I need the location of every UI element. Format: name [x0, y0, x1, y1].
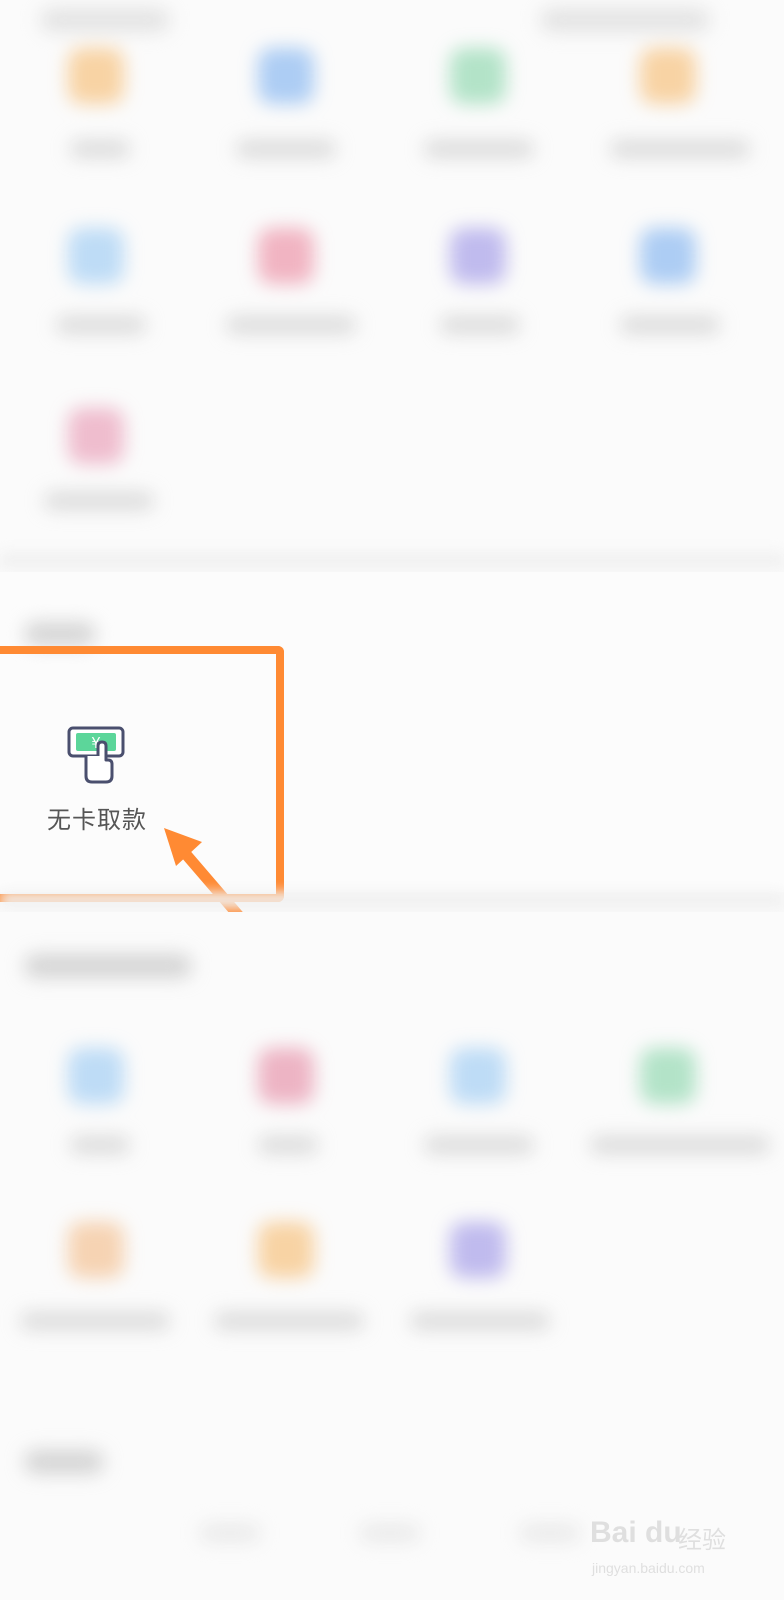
blurred-icon	[258, 1222, 314, 1278]
watermark-cn-text: 经验	[678, 1526, 726, 1554]
blurred-icon	[258, 228, 314, 284]
blurred-icon	[640, 228, 696, 284]
blurred-icon	[640, 48, 696, 104]
blurred-icon	[450, 48, 506, 104]
blurred-icon	[450, 1222, 506, 1278]
section-title-blurred	[24, 954, 192, 978]
blurred-icon	[258, 48, 314, 104]
watermark-logo: Bai du	[590, 1516, 682, 1549]
blurred-icon	[68, 1048, 124, 1104]
blurred-icon	[68, 228, 124, 284]
section-title-blurred	[24, 1450, 104, 1474]
section-divider	[0, 892, 784, 908]
section-divider	[0, 552, 784, 568]
blurred-icon	[640, 1048, 696, 1104]
blurred-icon	[68, 48, 124, 104]
baidu-jingyan-watermark: Bai du 经验 jingyan.baidu.com	[590, 1516, 730, 1586]
blurred-icon	[68, 408, 124, 464]
blurred-icon	[450, 228, 506, 284]
blurred-icon	[450, 1048, 506, 1104]
section-title-blurred	[24, 622, 96, 646]
blurred-services-section-top	[0, 0, 784, 560]
blurred-services-section-bottom	[0, 912, 784, 1600]
blurred-icon	[258, 1048, 314, 1104]
blurred-icon	[68, 1222, 124, 1278]
highlight-box	[0, 646, 284, 902]
watermark-url: jingyan.baidu.com	[592, 1560, 705, 1576]
